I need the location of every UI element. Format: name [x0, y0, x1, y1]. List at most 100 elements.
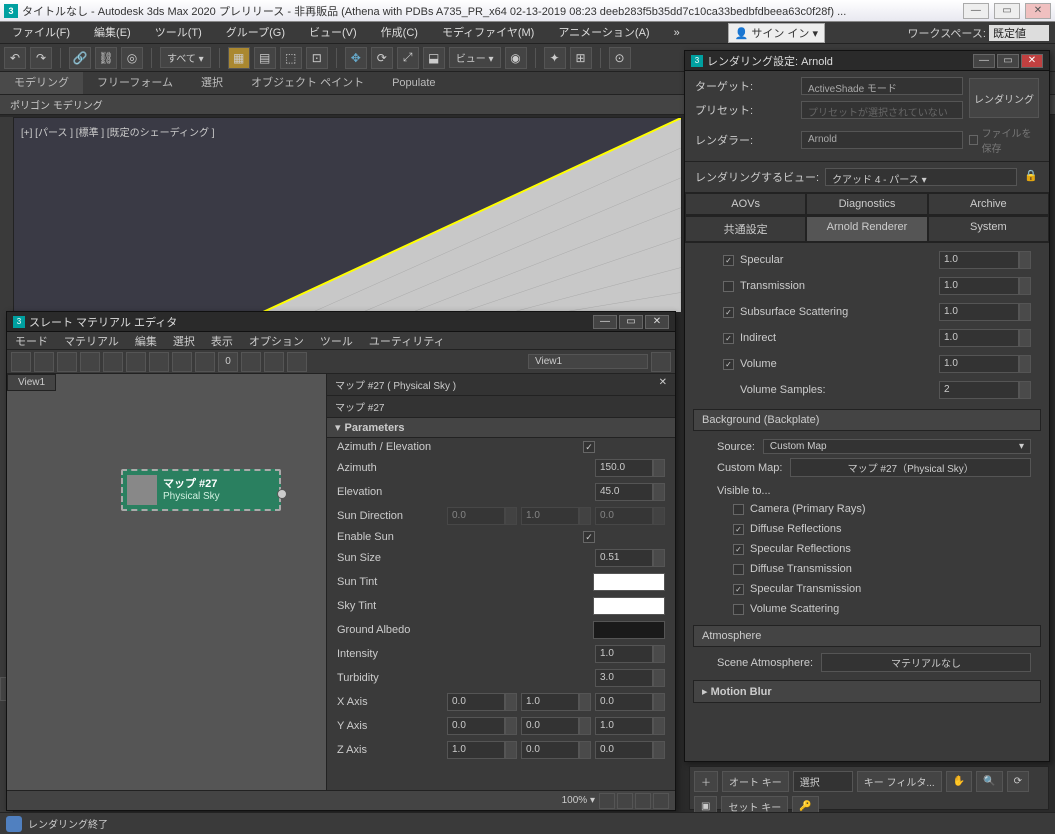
slate-view-dropdown[interactable]: View1: [528, 354, 648, 369]
ray-volume-checkbox[interactable]: [723, 359, 734, 370]
param-xaxis-2-spinner[interactable]: 1.0: [521, 693, 591, 711]
param-azimuth-elevation-checkbox[interactable]: [583, 441, 595, 453]
render-tab-aovs[interactable]: AOVs: [685, 193, 806, 215]
menu-animation[interactable]: アニメーション(A): [546, 22, 661, 44]
slate-param-x-icon[interactable]: ✕: [659, 377, 667, 392]
slate-menu-select[interactable]: 選択: [165, 333, 203, 349]
nav-pan-icon[interactable]: ✋: [946, 771, 972, 792]
ribbon-tab-selection[interactable]: 選択: [187, 72, 237, 94]
render-view-dropdown[interactable]: クアッド 4 - パース ▾: [825, 168, 1017, 186]
lock-icon[interactable]: 🔒: [1023, 169, 1039, 185]
ray-transmission-checkbox[interactable]: [723, 281, 734, 292]
ray-volsamples-spinner[interactable]: 2: [939, 381, 1031, 399]
param-sundir-z-spinner[interactable]: 0.0: [595, 507, 665, 525]
param-sundir-y-spinner[interactable]: 1.0: [521, 507, 591, 525]
selection-filter-dropdown[interactable]: すべて ▾: [160, 47, 211, 68]
param-groundalbedo-color[interactable]: [593, 621, 665, 639]
ribbon-tab-freeform[interactable]: フリーフォーム: [83, 72, 187, 94]
slate-menu-modes[interactable]: モード: [7, 333, 56, 349]
bind-icon[interactable]: ◎: [121, 47, 143, 69]
viewport[interactable]: [+] [パース ] [標準 ] [既定のシェーディング ]: [12, 117, 682, 312]
ribbon-polygon-modeling[interactable]: ポリゴン モデリング: [0, 97, 113, 112]
slate-minimize-icon[interactable]: —: [593, 315, 617, 329]
nav-zoom-icon[interactable]: 🔍: [976, 771, 1002, 792]
param-xaxis-1-spinner[interactable]: 0.0: [447, 693, 517, 711]
slate-tb-pick-icon[interactable]: [34, 352, 54, 372]
param-turbidity-spinner[interactable]: 3.0: [595, 669, 665, 687]
ray-indirect-checkbox[interactable]: [723, 333, 734, 344]
render-minimize-icon[interactable]: —: [973, 54, 995, 68]
select-icon[interactable]: ▦: [228, 47, 250, 69]
slate-titlebar[interactable]: 3 スレート マテリアル エディタ — ▭ ✕: [7, 312, 675, 332]
param-azimuth-spinner[interactable]: 150.0: [595, 459, 665, 477]
ray-sss-spinner[interactable]: 1.0: [939, 303, 1031, 321]
slate-menu-material[interactable]: マテリアル: [56, 333, 127, 349]
param-yaxis-2-spinner[interactable]: 0.0: [521, 717, 591, 735]
slate-node[interactable]: マップ #27 Physical Sky: [121, 469, 281, 511]
param-enablesun-checkbox[interactable]: [583, 531, 595, 543]
bg-camera-checkbox[interactable]: [733, 504, 744, 515]
menu-modifiers[interactable]: モディファイヤ(M): [430, 22, 546, 44]
placement-icon[interactable]: ⬓: [423, 47, 445, 69]
keyfilter-button[interactable]: キー フィルタ...: [857, 771, 942, 792]
section-motionblur[interactable]: ▸ Motion Blur: [693, 680, 1041, 703]
select-name-icon[interactable]: ▤: [254, 47, 276, 69]
ray-volume-spinner[interactable]: 1.0: [939, 355, 1031, 373]
bg-specrefl-checkbox[interactable]: [733, 544, 744, 555]
slate-tb-grid2-icon[interactable]: [195, 352, 215, 372]
ray-specular-checkbox[interactable]: [723, 255, 734, 266]
slate-menu-options[interactable]: オプション: [241, 333, 312, 349]
slate-tb-delete-icon[interactable]: [103, 352, 123, 372]
bg-difftrans-checkbox[interactable]: [733, 564, 744, 575]
param-yaxis-1-spinner[interactable]: 0.0: [447, 717, 517, 735]
slate-tb-list-icon[interactable]: [264, 352, 284, 372]
menu-group[interactable]: グループ(G): [214, 22, 297, 44]
signin-button[interactable]: 👤 サイン イン ▾: [728, 23, 825, 43]
slate-node-output-port[interactable]: [277, 489, 287, 499]
slate-tb-zero-icon[interactable]: 0: [218, 352, 238, 372]
scale-icon[interactable]: ⤢: [397, 47, 419, 69]
menu-more-icon[interactable]: »: [662, 22, 692, 44]
render-target-dropdown[interactable]: ActiveShade モード: [801, 77, 963, 95]
move-icon[interactable]: ✥: [345, 47, 367, 69]
render-tab-system[interactable]: System: [928, 216, 1049, 242]
link-icon[interactable]: 🔗: [69, 47, 91, 69]
nav-orbit-icon[interactable]: ⟳: [1007, 771, 1029, 792]
status-script-icon[interactable]: [6, 816, 22, 832]
bg-custommap-button[interactable]: マップ #27（Physical Sky）: [790, 458, 1031, 477]
keymode-icon[interactable]: ⊞: [570, 47, 592, 69]
bg-source-dropdown[interactable]: Custom Map▾: [763, 439, 1031, 454]
render-close-icon[interactable]: ✕: [1021, 54, 1043, 68]
window-close-icon[interactable]: ✕: [1025, 3, 1051, 19]
select-window-icon[interactable]: ⊡: [306, 47, 328, 69]
slate-nav2-icon[interactable]: [617, 793, 633, 809]
slate-nav-icon[interactable]: [599, 793, 615, 809]
bg-spectrans-checkbox[interactable]: [733, 584, 744, 595]
param-zaxis-2-spinner[interactable]: 0.0: [521, 741, 591, 759]
slate-menu-view[interactable]: 表示: [203, 333, 241, 349]
atmo-scene-button[interactable]: マテリアルなし: [821, 653, 1031, 672]
slate-tb-grid1-icon[interactable]: [172, 352, 192, 372]
slate-tb-cross-icon[interactable]: [80, 352, 100, 372]
param-zaxis-3-spinner[interactable]: 0.0: [595, 741, 665, 759]
param-suntint-color[interactable]: [593, 573, 665, 591]
slate-tb-opts-icon[interactable]: [287, 352, 307, 372]
selection-mode-dropdown[interactable]: 選択: [793, 771, 853, 792]
render-maximize-icon[interactable]: ▭: [997, 54, 1019, 68]
slate-menu-tools[interactable]: ツール: [312, 333, 361, 349]
timeline-plus-icon[interactable]: ＋: [694, 771, 718, 792]
menu-edit[interactable]: 編集(E): [82, 22, 143, 44]
render-savefile-checkbox[interactable]: ファイルを保存: [969, 125, 1039, 155]
menu-tools[interactable]: ツール(T): [143, 22, 214, 44]
ray-specular-spinner[interactable]: 1.0: [939, 251, 1031, 269]
slate-menu-utilities[interactable]: ユーティリティ: [361, 333, 453, 349]
undo-icon[interactable]: ↶: [4, 47, 26, 69]
ray-sss-checkbox[interactable]: [723, 307, 734, 318]
snap-icon[interactable]: ⊙: [609, 47, 631, 69]
menu-file[interactable]: ファイル(F): [0, 22, 82, 44]
menu-create[interactable]: 作成(C): [369, 22, 430, 44]
ref-coord-dropdown[interactable]: ビュー ▾: [449, 47, 501, 68]
slate-tb-layout-icon[interactable]: [149, 352, 169, 372]
rotate-icon[interactable]: ⟳: [371, 47, 393, 69]
bg-diffrefl-checkbox[interactable]: [733, 524, 744, 535]
